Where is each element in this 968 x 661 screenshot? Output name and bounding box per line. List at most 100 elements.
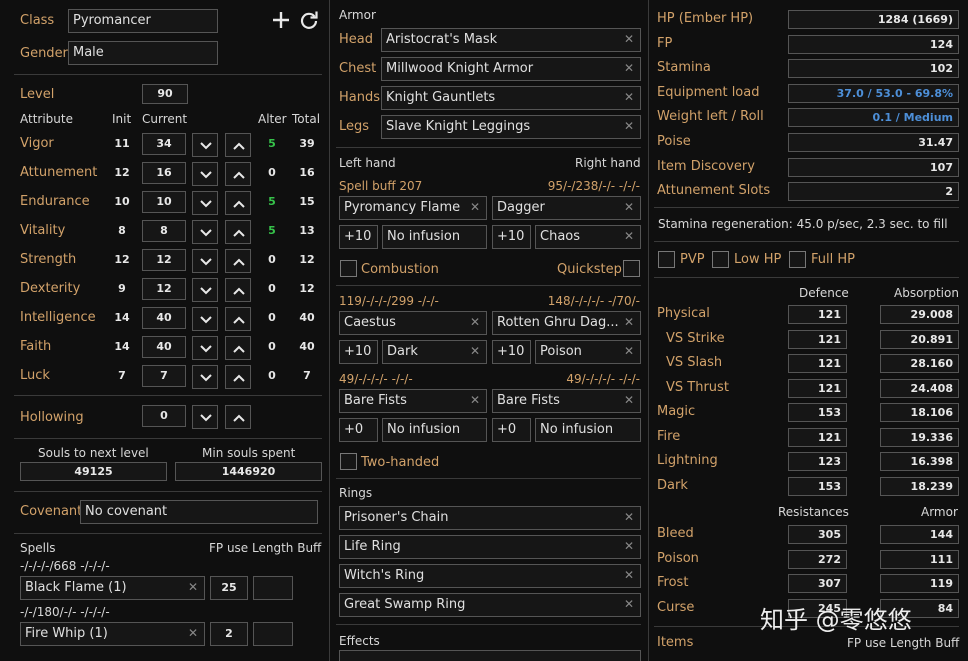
armor-select[interactable]: Slave Knight Leggings ✕ bbox=[381, 115, 641, 139]
left-upgrade-select[interactable]: +10 bbox=[339, 340, 378, 364]
attribute-current[interactable]: 8 bbox=[142, 220, 186, 242]
right-weapon-select[interactable]: Rotten Ghru Dag... ✕ bbox=[492, 311, 641, 335]
chevron-up-icon bbox=[233, 229, 245, 237]
clear-icon[interactable]: ✕ bbox=[624, 565, 634, 585]
hollowing-decrease-button[interactable] bbox=[192, 405, 218, 429]
attribute-decrease-button[interactable] bbox=[192, 220, 218, 244]
absorption-value: 29.008 bbox=[880, 305, 959, 324]
clear-icon[interactable]: ✕ bbox=[188, 577, 198, 597]
add-icon[interactable] bbox=[271, 10, 291, 30]
clear-icon[interactable]: ✕ bbox=[470, 197, 480, 217]
combustion-checkbox[interactable] bbox=[340, 260, 357, 277]
toggle-checkbox[interactable] bbox=[789, 251, 806, 268]
clear-icon[interactable]: ✕ bbox=[624, 312, 634, 332]
ring-select[interactable]: Witch's Ring ✕ bbox=[339, 564, 641, 588]
attribute-decrease-button[interactable] bbox=[192, 133, 218, 157]
left-upgrade-select[interactable]: +0 bbox=[339, 418, 378, 442]
attribute-current[interactable]: 34 bbox=[142, 133, 186, 155]
armor-select[interactable]: Knight Gauntlets ✕ bbox=[381, 86, 641, 110]
clear-icon[interactable]: ✕ bbox=[470, 312, 480, 332]
armor-select[interactable]: Aristocrat's Mask ✕ bbox=[381, 28, 641, 52]
right-infusion-select[interactable]: Chaos ✕ bbox=[535, 225, 641, 249]
clear-icon[interactable]: ✕ bbox=[624, 58, 634, 78]
clear-icon[interactable]: ✕ bbox=[624, 116, 634, 136]
left-weapon-select-text: Pyromancy Flame bbox=[344, 200, 461, 215]
hollowing-increase-button[interactable] bbox=[225, 405, 251, 429]
clear-icon[interactable]: ✕ bbox=[624, 594, 634, 614]
armor-select-text: Millwood Knight Armor bbox=[386, 61, 534, 76]
attribute-current[interactable]: 12 bbox=[142, 249, 186, 271]
attribute-decrease-button[interactable] bbox=[192, 278, 218, 302]
left-weapon-select[interactable]: Bare Fists ✕ bbox=[339, 389, 487, 413]
clear-icon[interactable]: ✕ bbox=[624, 507, 634, 527]
right-weapon-select[interactable]: Dagger ✕ bbox=[492, 196, 641, 220]
clear-icon[interactable]: ✕ bbox=[624, 341, 634, 361]
ring-select[interactable]: Great Swamp Ring ✕ bbox=[339, 593, 641, 617]
attribute-increase-button[interactable] bbox=[225, 365, 251, 389]
attribute-decrease-button[interactable] bbox=[192, 336, 218, 360]
attribute-alter: 0 bbox=[268, 166, 276, 179]
divider bbox=[14, 491, 322, 492]
toggle-checkbox[interactable] bbox=[658, 251, 675, 268]
attribute-current[interactable]: 7 bbox=[142, 365, 186, 387]
clear-icon[interactable]: ✕ bbox=[470, 341, 480, 361]
attribute-current[interactable]: 10 bbox=[142, 191, 186, 213]
right-upgrade-select[interactable]: +10 bbox=[492, 340, 531, 364]
gender-select[interactable]: Male bbox=[68, 41, 218, 65]
absorption-value: 18.239 bbox=[880, 476, 959, 496]
clear-icon[interactable]: ✕ bbox=[624, 226, 634, 246]
attribute-current[interactable]: 40 bbox=[142, 307, 186, 329]
clear-icon[interactable]: ✕ bbox=[624, 29, 634, 49]
attribute-increase-button[interactable] bbox=[225, 336, 251, 360]
right-upgrade-select[interactable]: +10 bbox=[492, 225, 531, 249]
covenant-select[interactable]: No covenant bbox=[80, 500, 318, 524]
class-select[interactable]: Pyromancer bbox=[68, 9, 218, 33]
left-infusion-select[interactable]: No infusion bbox=[382, 225, 487, 249]
left-weapon-select[interactable]: Caestus ✕ bbox=[339, 311, 487, 335]
two-handed-checkbox[interactable] bbox=[340, 453, 357, 470]
attribute-increase-button[interactable] bbox=[225, 307, 251, 331]
spell-select[interactable]: Fire Whip (1) ✕ bbox=[20, 622, 205, 646]
attribute-decrease-button[interactable] bbox=[192, 162, 218, 186]
attribute-increase-button[interactable] bbox=[225, 191, 251, 215]
stat-value: 31.47 bbox=[788, 133, 959, 152]
right-infusion-select[interactable]: Poison ✕ bbox=[535, 340, 641, 364]
clear-icon[interactable]: ✕ bbox=[470, 390, 480, 410]
clear-icon[interactable]: ✕ bbox=[188, 623, 198, 643]
right-weapon-stats: 95/-/238/-/- -/-/- bbox=[547, 179, 640, 193]
right-upgrade-select[interactable]: +0 bbox=[492, 418, 531, 442]
left-upgrade-select[interactable]: +10 bbox=[339, 225, 378, 249]
left-infusion-select[interactable]: No infusion bbox=[382, 418, 487, 442]
attribute-decrease-button[interactable] bbox=[192, 249, 218, 273]
left-weapon-select[interactable]: Pyromancy Flame ✕ bbox=[339, 196, 487, 220]
attribute-increase-button[interactable] bbox=[225, 249, 251, 273]
attribute-current[interactable]: 16 bbox=[142, 162, 186, 184]
quickstep-checkbox[interactable] bbox=[623, 260, 640, 277]
stat-label: Poise bbox=[657, 134, 691, 149]
left-infusion-select[interactable]: Dark ✕ bbox=[382, 340, 487, 364]
ring-select[interactable]: Life Ring ✕ bbox=[339, 535, 641, 559]
ring-select[interactable]: Prisoner's Chain ✕ bbox=[339, 506, 641, 530]
clear-icon[interactable]: ✕ bbox=[624, 197, 634, 217]
armor-select[interactable]: Millwood Knight Armor ✕ bbox=[381, 57, 641, 81]
attribute-increase-button[interactable] bbox=[225, 162, 251, 186]
clear-icon[interactable]: ✕ bbox=[624, 87, 634, 107]
right-infusion-select[interactable]: No infusion bbox=[535, 418, 641, 442]
armor-resist-value: 119 bbox=[880, 574, 959, 593]
attribute-current[interactable]: 12 bbox=[142, 278, 186, 300]
attribute-increase-button[interactable] bbox=[225, 220, 251, 244]
clear-icon[interactable]: ✕ bbox=[624, 536, 634, 556]
attribute-increase-button[interactable] bbox=[225, 278, 251, 302]
spell-select[interactable]: Black Flame (1) ✕ bbox=[20, 576, 205, 600]
right-weapon-stats: 49/-/-/-/- -/-/- bbox=[566, 372, 640, 386]
reset-icon[interactable] bbox=[299, 10, 319, 30]
clear-icon[interactable]: ✕ bbox=[624, 390, 634, 410]
attribute-current[interactable]: 40 bbox=[142, 336, 186, 358]
attribute-decrease-button[interactable] bbox=[192, 307, 218, 331]
attribute-increase-button[interactable] bbox=[225, 133, 251, 157]
attribute-decrease-button[interactable] bbox=[192, 191, 218, 215]
right-weapon-select[interactable]: Bare Fists ✕ bbox=[492, 389, 641, 413]
attribute-decrease-button[interactable] bbox=[192, 365, 218, 389]
toggle-checkbox[interactable] bbox=[712, 251, 729, 268]
absorption-value: 16.398 bbox=[880, 452, 959, 471]
